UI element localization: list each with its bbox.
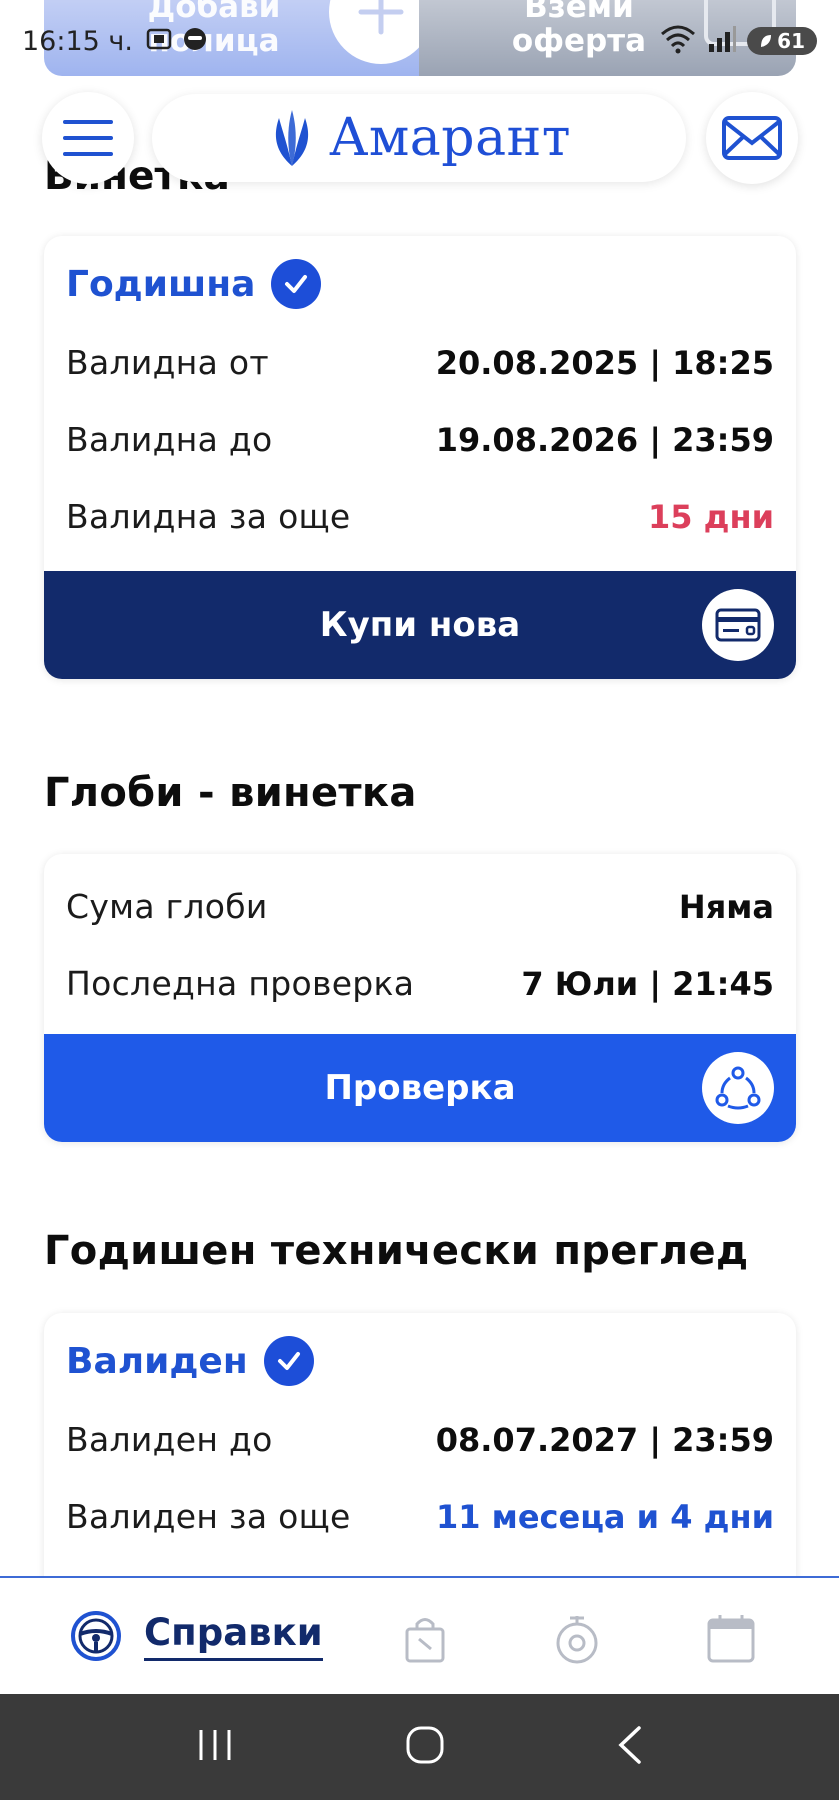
row-value: 19.08.2026 | 23:59 — [435, 420, 774, 459]
check-fines-label: Проверка — [324, 1068, 516, 1108]
vignette-valid-from-row: Валидна от 20.08.2025 | 18:25 — [44, 324, 796, 401]
back-button[interactable] — [615, 1725, 645, 1769]
row-value: 08.07.2027 | 23:59 — [435, 1420, 774, 1459]
check-icon — [271, 259, 322, 309]
buy-new-label: Купи нова — [319, 605, 521, 645]
calendar-icon — [707, 1615, 755, 1663]
tab-shop[interactable] — [398, 1612, 452, 1666]
inspection-valid-to-row: Валиден до 08.07.2027 | 23:59 — [44, 1401, 796, 1478]
wifi-icon — [659, 24, 697, 58]
face-icon — [181, 25, 209, 57]
card-icon — [702, 589, 774, 661]
status-bar: 16:15 ч. 61 — [0, 18, 839, 64]
recent-apps-button[interactable] — [195, 1727, 235, 1767]
logo[interactable]: Амарант — [152, 94, 686, 182]
row-label: Валидна до — [66, 420, 273, 459]
inspection-remaining-row: Валиден за още 11 месеца и 4 дни — [44, 1478, 796, 1555]
messages-button[interactable] — [706, 92, 798, 184]
back-chevron-icon — [617, 1726, 641, 1764]
menu-button[interactable] — [42, 92, 134, 184]
amaranth-logo-icon — [275, 110, 309, 166]
row-label: Валиден до — [66, 1420, 273, 1459]
app-header: Амарант — [0, 92, 839, 186]
row-value: Няма — [678, 887, 774, 926]
row-label: Валидна за още — [66, 497, 351, 536]
tab-calendar[interactable] — [704, 1612, 758, 1666]
envelope-icon — [722, 116, 782, 160]
inspection-status: Валиден — [66, 1340, 248, 1382]
vignette-type: Годишна — [66, 263, 256, 305]
screenshot-icon — [145, 25, 173, 57]
row-value: 20.08.2025 | 18:25 — [435, 343, 774, 382]
battery-level: 61 — [777, 29, 805, 53]
fines-last-check-row: Последна проверка 7 Юли | 21:45 — [44, 945, 796, 1022]
logo-text: Амарант — [328, 108, 572, 168]
shopping-bag-icon — [405, 1618, 445, 1663]
tab-roadside[interactable] — [550, 1612, 604, 1666]
check-fines-button[interactable]: Проверка — [44, 1034, 796, 1142]
recent-apps-icon — [199, 1730, 230, 1760]
home-button[interactable] — [404, 1724, 446, 1770]
vignette-valid-to-row: Валидна до 19.08.2026 | 23:59 — [44, 401, 796, 478]
battery-indicator: 61 — [747, 27, 817, 55]
vignette-card: Годишна Валидна от 20.08.2025 | 18:25 Ва… — [44, 236, 796, 679]
home-icon — [406, 1726, 443, 1764]
inspection-card: Валиден Валиден до 08.07.2027 | 23:59 Ва… — [44, 1313, 796, 1583]
fines-heading: Глоби - винетка — [44, 770, 417, 816]
tab-inquiries[interactable]: Справки — [70, 1610, 323, 1662]
leaf-icon — [761, 35, 772, 47]
hamburger-icon — [63, 120, 113, 156]
row-label: Сума глоби — [66, 887, 268, 926]
row-label: Последна проверка — [66, 964, 415, 1003]
fines-sum-row: Сума глоби Няма — [44, 868, 796, 945]
bottom-tab-bar: Справки — [0, 1576, 839, 1694]
vignette-remaining-row: Валидна за още 15 дни — [44, 478, 796, 555]
row-label: Валиден за още — [66, 1497, 351, 1536]
remaining-time: 11 месеца и 4 дни — [436, 1497, 774, 1536]
system-nav-bar — [0, 1694, 839, 1800]
remaining-days: 15 дни — [647, 497, 774, 536]
steering-wheel-icon — [71, 1611, 121, 1661]
tab-inquiries-label: Справки — [144, 1611, 323, 1661]
buy-new-button[interactable]: Купи нова — [44, 571, 796, 679]
check-icon — [263, 1336, 314, 1386]
status-time: 16:15 ч. — [22, 25, 133, 57]
target-icon — [556, 1616, 598, 1664]
signal-icon — [707, 24, 737, 58]
inspection-heading: Годишен технически преглед — [44, 1228, 749, 1274]
row-value: 7 Юли | 21:45 — [521, 964, 774, 1003]
refresh-cycle-icon — [702, 1052, 774, 1124]
fines-card: Сума глоби Няма Последна проверка 7 Юли … — [44, 854, 796, 1142]
row-label: Валидна от — [66, 343, 269, 382]
